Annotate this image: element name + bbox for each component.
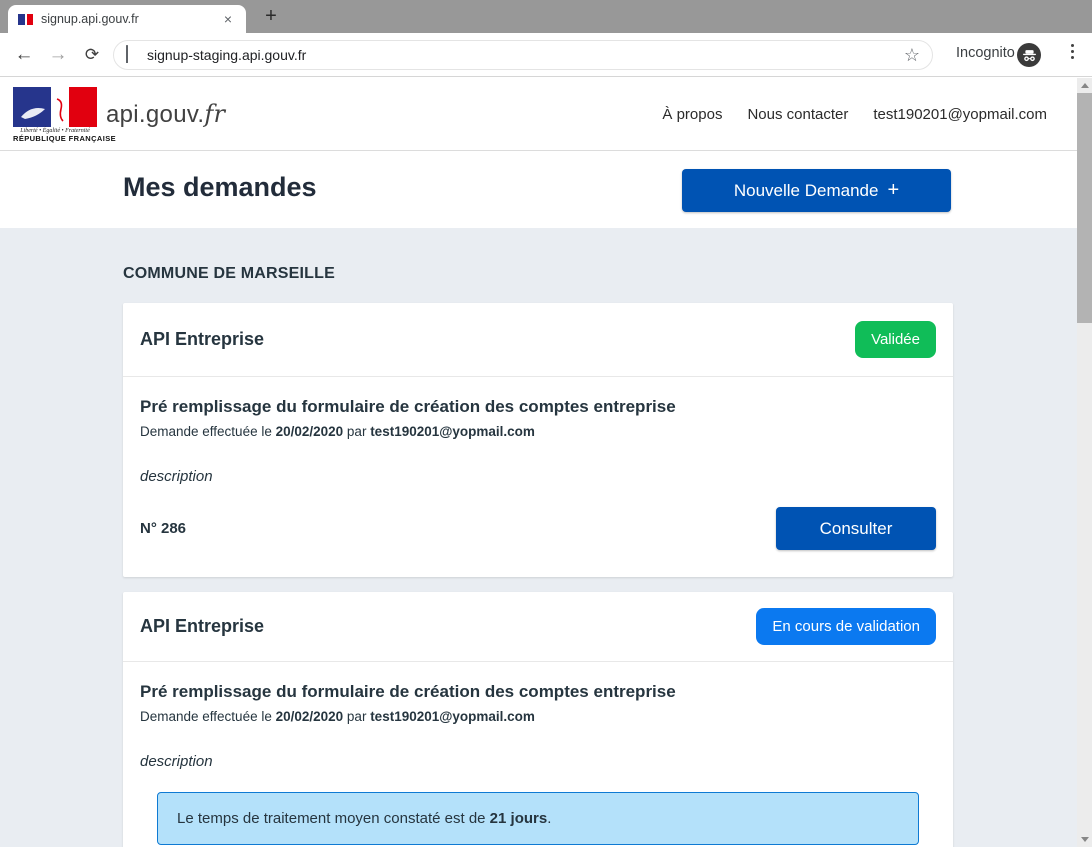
card-header: API Entreprise Validée xyxy=(123,303,953,377)
browser-toolbar: ← → ⟳ signup-staging.api.gouv.fr ☆ Incog… xyxy=(0,33,1092,77)
french-flag-favicon xyxy=(18,14,33,25)
refresh-icon[interactable]: ⟳ xyxy=(80,33,104,77)
tab-close-icon[interactable]: × xyxy=(220,11,236,27)
api-name: API Entreprise xyxy=(140,329,264,350)
marianne-logo: Liberté • Égalité • Fraternité RÉPUBLIQU… xyxy=(13,87,97,143)
new-request-button[interactable]: Nouvelle Demande + xyxy=(682,169,951,212)
card-body: Pré remplissage du formulaire de créatio… xyxy=(123,377,953,485)
browser-menu-icon[interactable] xyxy=(1064,44,1080,59)
browser-tab[interactable]: signup.api.gouv.fr × xyxy=(8,5,246,33)
card-footer: N° 286 Consulter xyxy=(123,507,953,550)
status-badge-pending: En cours de validation xyxy=(756,608,936,645)
request-description: description xyxy=(140,468,936,485)
tab-title: signup.api.gouv.fr xyxy=(41,12,220,26)
status-badge-validated: Validée xyxy=(855,321,936,358)
title-band: Mes demandes Nouvelle Demande + xyxy=(0,152,1092,228)
request-title: Pré remplissage du formulaire de créatio… xyxy=(140,397,936,417)
nav-contact-link[interactable]: Nous contacter xyxy=(747,106,848,123)
lock-icon xyxy=(126,46,137,64)
new-tab-button[interactable]: + xyxy=(256,3,286,30)
processing-time-alert: Le temps de traitement moyen constaté es… xyxy=(157,792,919,845)
site-wordmark: api.gouv.fr xyxy=(106,100,225,129)
request-description: description xyxy=(140,753,936,770)
card-header: API Entreprise En cours de validation xyxy=(123,592,953,662)
incognito-icon xyxy=(1017,43,1041,67)
nav-about-link[interactable]: À propos xyxy=(662,106,722,123)
address-bar[interactable]: signup-staging.api.gouv.fr ☆ xyxy=(113,40,933,70)
api-name: API Entreprise xyxy=(140,616,264,637)
request-meta: Demande effectuée le 20/02/2020 par test… xyxy=(140,709,936,724)
request-title: Pré remplissage du formulaire de créatio… xyxy=(140,682,936,702)
page-title: Mes demandes xyxy=(123,172,317,203)
card-body: Pré remplissage du formulaire de créatio… xyxy=(123,662,953,845)
incognito-label: Incognito xyxy=(956,45,1015,61)
scroll-down-icon[interactable] xyxy=(1077,832,1092,847)
request-number: N° 286 xyxy=(140,520,186,537)
url-text[interactable]: signup-staging.api.gouv.fr xyxy=(147,47,904,63)
request-card-validated: API Entreprise Validée Pré remplissage d… xyxy=(123,303,953,577)
consult-button[interactable]: Consulter xyxy=(776,507,936,550)
request-meta: Demande effectuée le 20/02/2020 par test… xyxy=(140,424,936,439)
back-icon[interactable]: ← xyxy=(12,33,36,77)
tab-strip: signup.api.gouv.fr × + xyxy=(0,0,1092,33)
scroll-up-icon[interactable] xyxy=(1077,78,1092,93)
forward-icon[interactable]: → xyxy=(46,33,70,77)
site-header: Liberté • Égalité • Fraternité RÉPUBLIQU… xyxy=(0,78,1092,151)
main-content: COMMUNE DE MARSEILLE API Entreprise Vali… xyxy=(0,228,1092,847)
organization-title: COMMUNE DE MARSEILLE xyxy=(123,265,335,283)
logo-agency: RÉPUBLIQUE FRANÇAISE xyxy=(13,134,97,143)
top-navigation: À propos Nous contacter test190201@yopma… xyxy=(662,78,1047,150)
bookmark-star-icon[interactable]: ☆ xyxy=(904,45,920,66)
plus-icon: + xyxy=(887,179,899,202)
scrollbar-thumb[interactable] xyxy=(1077,93,1092,323)
nav-account-link[interactable]: test190201@yopmail.com xyxy=(873,106,1047,123)
request-card-pending: API Entreprise En cours de validation Pr… xyxy=(123,592,953,847)
page-scrollbar[interactable] xyxy=(1077,78,1092,847)
